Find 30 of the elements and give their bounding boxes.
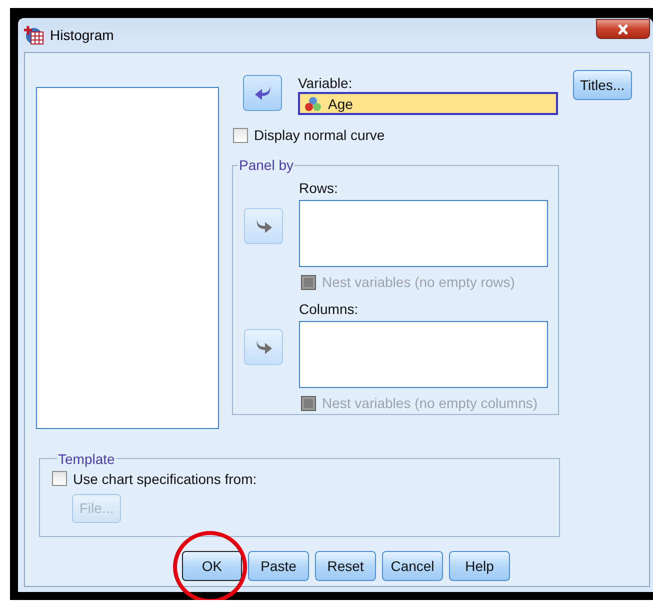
left-arrow-icon — [254, 86, 270, 100]
checkbox-label: Nest variables (no empty rows) — [322, 274, 515, 290]
right-arrow-icon — [256, 340, 272, 354]
variable-value: Age — [328, 96, 353, 112]
rows-drop-box[interactable] — [299, 200, 548, 267]
close-icon — [617, 24, 629, 34]
checkbox-label: Use chart specifications from: — [73, 470, 257, 486]
field-label: Columns: — [299, 301, 360, 317]
checkbox[interactable] — [233, 128, 248, 142]
right-arrow-icon — [256, 219, 272, 233]
dialog-button[interactable]: Paste — [248, 550, 309, 580]
close-button[interactable] — [596, 19, 650, 39]
checkbox[interactable] — [52, 471, 67, 486]
checkbox-label: Display normal curve — [254, 127, 385, 143]
dialog-button[interactable]: Cancel — [382, 550, 443, 580]
dialog-button[interactable]: OK — [182, 550, 242, 580]
field-label: Variable: — [298, 75, 354, 91]
variable-field[interactable]: Age — [298, 92, 558, 115]
group-title: Panel by — [238, 157, 294, 173]
group-title: Template — [57, 450, 116, 466]
scale-variable-icon — [304, 96, 322, 112]
titles-button[interactable]: Titles... — [573, 70, 632, 100]
table-app-icon — [24, 25, 44, 45]
dialog-button[interactable]: Reset — [315, 550, 376, 580]
dialog-button[interactable]: Help — [449, 550, 510, 580]
move-button[interactable] — [243, 75, 282, 111]
window-title: Histogram — [50, 27, 115, 43]
checkbox-label: Nest variables (no empty columns) — [322, 395, 538, 411]
columns-drop-box[interactable] — [299, 321, 548, 388]
field-label: Rows: — [299, 180, 339, 196]
